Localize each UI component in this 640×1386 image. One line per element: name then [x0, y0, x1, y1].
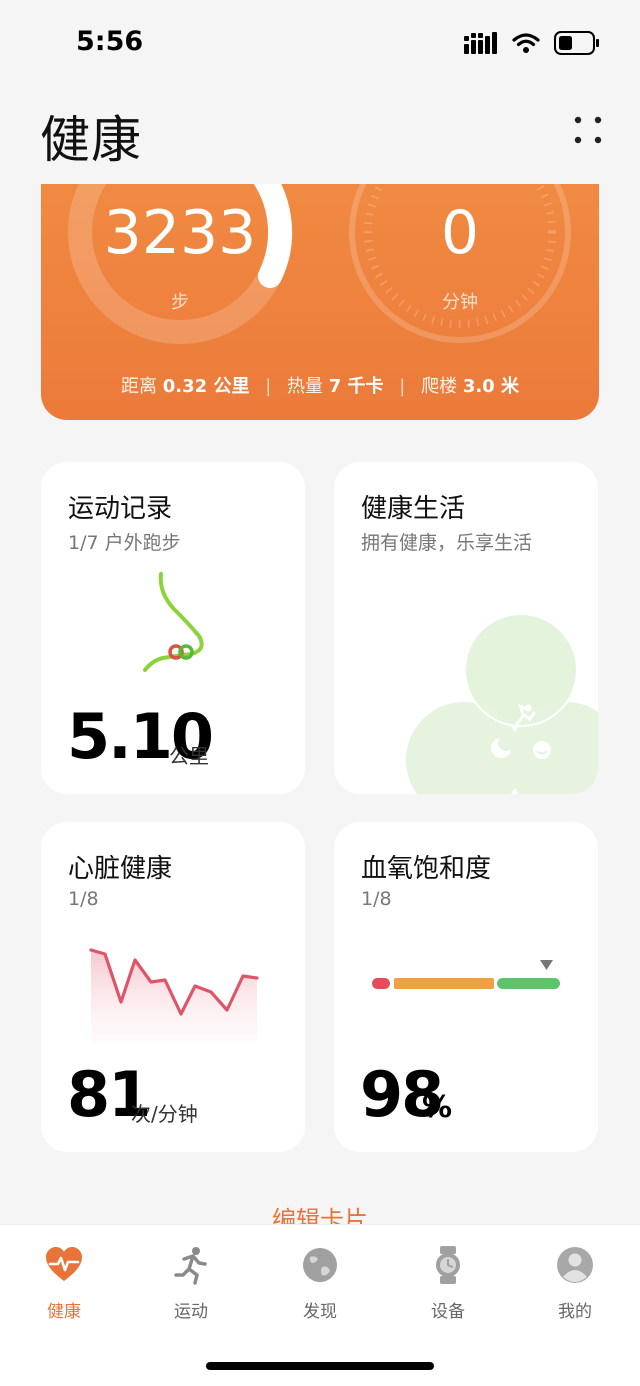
tab-label: 发现	[303, 1302, 337, 1322]
heart-health-card[interactable]: 心脏健康 1/8 81 次/分钟	[41, 822, 305, 1152]
tab-devices[interactable]: 设备	[398, 1245, 498, 1322]
spo2-range-bar	[372, 960, 560, 989]
status-time: 5:56	[76, 26, 144, 57]
more-options-button[interactable]	[572, 112, 604, 148]
separator: |	[399, 376, 406, 397]
status-icons	[464, 30, 600, 56]
home-indicator[interactable]	[206, 1362, 434, 1370]
running-icon	[174, 1247, 207, 1285]
tab-label: 运动	[174, 1302, 208, 1322]
calories-value: 7 千卡	[328, 376, 384, 397]
card-subtitle: 1/8	[361, 888, 392, 910]
battery-icon	[554, 31, 599, 55]
card-subtitle: 拥有健康，乐享生活	[361, 532, 533, 554]
wifi-icon	[512, 33, 540, 53]
card-title: 血氧饱和度	[361, 854, 492, 884]
tab-exercise[interactable]: 运动	[141, 1245, 241, 1322]
heart-pulse-icon	[46, 1247, 82, 1281]
steps-unit: 步	[171, 292, 189, 313]
healthy-living-card[interactable]: 健康生活 拥有健康，乐享生活	[334, 462, 598, 794]
tab-health[interactable]: 健康	[14, 1245, 114, 1322]
separator: |	[265, 376, 272, 397]
summary-metrics: 距离 0.32 公里 | 热量 7 千卡 | 爬楼 3.0 米	[41, 372, 599, 398]
distance-unit: 公里	[169, 744, 209, 768]
tab-label: 健康	[47, 1302, 81, 1322]
card-title: 心脏健康	[68, 854, 173, 884]
floors-label: 爬楼	[421, 376, 458, 397]
signal-icon	[464, 32, 497, 54]
heart-rate-unit: 次/分钟	[131, 1102, 198, 1126]
run-route-map	[143, 572, 204, 672]
watch-icon	[436, 1246, 460, 1284]
tab-label: 我的	[558, 1302, 592, 1322]
spo2-unit: %	[422, 1090, 453, 1125]
more-dots-icon	[574, 116, 602, 144]
floors-value: 3.0 米	[462, 376, 519, 397]
distance-label: 距离	[121, 376, 158, 397]
activity-summary-card[interactable]: 3233 步 0 分钟 距离 0.32 公里 | 热量 7 千卡 | 爬楼 3.…	[41, 184, 599, 420]
card-title: 健康生活	[361, 494, 466, 524]
health-clover-graphic	[406, 613, 598, 794]
active-minutes-value: 0	[440, 198, 480, 268]
blood-oxygen-card[interactable]: 血氧饱和度 1/8 98 %	[334, 822, 598, 1152]
profile-icon	[557, 1247, 593, 1283]
card-subtitle: 1/8	[68, 888, 99, 910]
current-level-marker-icon	[540, 960, 553, 970]
mood-smile-icon	[533, 741, 551, 759]
card-title: 运动记录	[68, 494, 173, 524]
tab-discover[interactable]: 发现	[270, 1245, 370, 1322]
steps-value: 3233	[103, 198, 257, 268]
exercise-record-card[interactable]: 运动记录 1/7 户外跑步 5.10 公里	[41, 462, 305, 794]
tab-label: 设备	[431, 1302, 465, 1322]
globe-icon	[303, 1248, 337, 1282]
calories-label: 热量	[287, 376, 323, 397]
distance-value: 0.32 公里	[162, 376, 250, 397]
tab-me[interactable]: 我的	[525, 1245, 625, 1322]
heart-rate-trend-chart	[89, 948, 259, 1044]
page-title: 健康	[40, 111, 142, 169]
card-subtitle: 1/7 户外跑步	[68, 532, 181, 554]
active-minutes-unit: 分钟	[442, 292, 478, 313]
